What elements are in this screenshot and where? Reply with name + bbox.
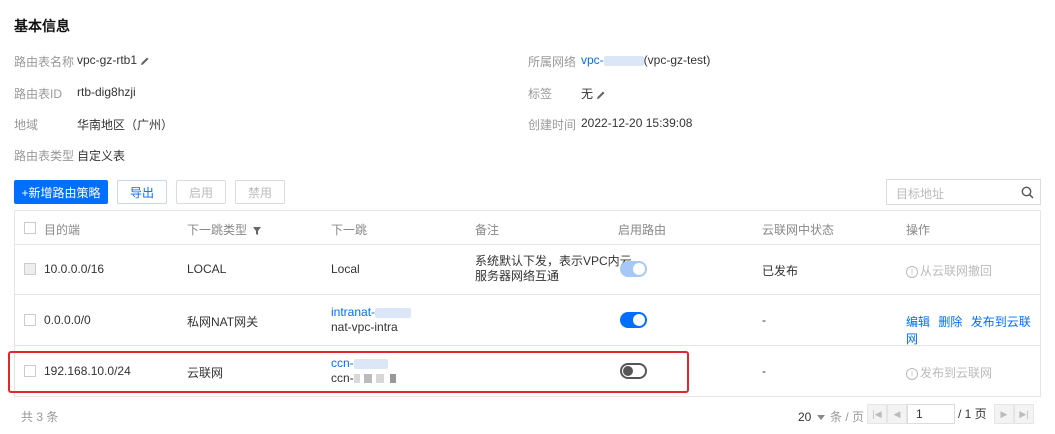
row-checkbox [24, 263, 36, 275]
search-input[interactable] [894, 186, 1018, 202]
filter-icon[interactable] [253, 226, 262, 235]
row-next-hop: Local [331, 262, 360, 276]
row-next-hop-type: LOCAL [187, 262, 227, 276]
page-size-select[interactable]: 20 条 / 页 [798, 408, 864, 425]
row-next-hop: intranat- nat-vpc-intra [331, 305, 412, 335]
page-number-input[interactable]: 1 [907, 404, 955, 424]
delete-link[interactable]: 删除 [938, 315, 962, 329]
total-pages: / 1 页 [958, 407, 987, 421]
route-table-type-value: 自定义表 [77, 149, 126, 163]
enable-route-toggle [620, 261, 647, 277]
table-header: 目的端 下一跳类型 下一跳 备注 启用路由 云联网中状态 操作 [15, 211, 1040, 245]
row-destination: 0.0.0.0/0 [44, 313, 91, 327]
created-time-value: 2022-12-20 15:39:08 [581, 116, 693, 130]
caret-down-icon [816, 414, 825, 420]
next-hop-link[interactable]: intranat- [331, 305, 375, 319]
tag-label: 标签 [528, 87, 553, 101]
region-value: 华南地区（广州） [77, 118, 174, 132]
row-ccn-status: - [762, 364, 766, 378]
table-row: 0.0.0.0/0 私网NAT网关 intranat- nat-vpc-intr… [15, 295, 1040, 346]
header-note: 备注 [475, 223, 500, 237]
row-operations: 编辑 删除 发布到云联网 [906, 313, 1040, 347]
region-label: 地域 [14, 118, 39, 132]
search-box [886, 179, 1041, 205]
enable-route-toggle[interactable] [620, 312, 647, 328]
publish-to-ccn-link: i 发布到云联网 [906, 364, 992, 381]
row-destination: 10.0.0.0/16 [44, 262, 105, 276]
row-ccn-status: - [762, 313, 766, 327]
route-table-id-label: 路由表ID [14, 87, 63, 101]
row-checkbox[interactable] [24, 314, 36, 326]
info-icon: i [906, 265, 918, 278]
add-route-button[interactable]: +新增路由策略 [14, 180, 108, 204]
disable-button[interactable]: 禁用 [235, 180, 285, 204]
total-count: 共 3 条 [21, 410, 59, 424]
route-table-id-value: rtb-dig8hzji [77, 85, 136, 99]
section-title: 基本信息 [14, 18, 70, 34]
export-button[interactable]: 导出 [117, 180, 167, 204]
redacted-block [603, 55, 644, 66]
row-ccn-status: 已发布 [762, 264, 799, 278]
enable-button[interactable]: 启用 [176, 180, 226, 204]
select-all-checkbox[interactable] [24, 222, 36, 234]
withdraw-from-ccn-link: i 从云联网撤回 [906, 262, 992, 279]
highlight-box [8, 351, 689, 393]
header-destination: 目的端 [44, 223, 81, 237]
last-page-button[interactable]: ▶| [1014, 404, 1034, 424]
route-table-type-label: 路由表类型 [14, 149, 75, 163]
network-label: 所属网络 [528, 55, 577, 69]
next-page-button[interactable]: ▶ [994, 404, 1014, 424]
row-next-hop-type: 私网NAT网关 [187, 315, 259, 329]
tag-value: 无 [581, 85, 606, 102]
row-note: 系统默认下发，表示VPC内云 服务器网络互通 [475, 254, 632, 283]
header-ccn-status: 云联网中状态 [762, 223, 835, 237]
info-icon: i [906, 367, 918, 380]
header-enable-route: 启用路由 [618, 223, 667, 237]
route-table-name-value: vpc-gz-rtb1 [77, 53, 150, 67]
header-next-hop-type[interactable]: 下一跳类型 [187, 221, 262, 238]
edit-link[interactable]: 编辑 [906, 315, 930, 329]
created-time-label: 创建时间 [528, 118, 577, 132]
edit-pencil-icon[interactable] [596, 90, 606, 100]
table-row: 10.0.0.0/16 LOCAL Local 系统默认下发，表示VPC内云 服… [15, 244, 1040, 295]
edit-pencil-icon[interactable] [140, 56, 150, 66]
prev-page-button[interactable]: ◀ [887, 404, 907, 424]
redacted-block [375, 307, 412, 318]
route-table-name-label: 路由表名称 [14, 55, 75, 69]
header-operations: 操作 [906, 223, 931, 237]
search-icon[interactable] [1021, 186, 1034, 199]
first-page-button[interactable]: |◀ [867, 404, 887, 424]
header-next-hop: 下一跳 [331, 223, 368, 237]
network-link[interactable]: vpc- (vpc-gz-test) [581, 53, 710, 67]
